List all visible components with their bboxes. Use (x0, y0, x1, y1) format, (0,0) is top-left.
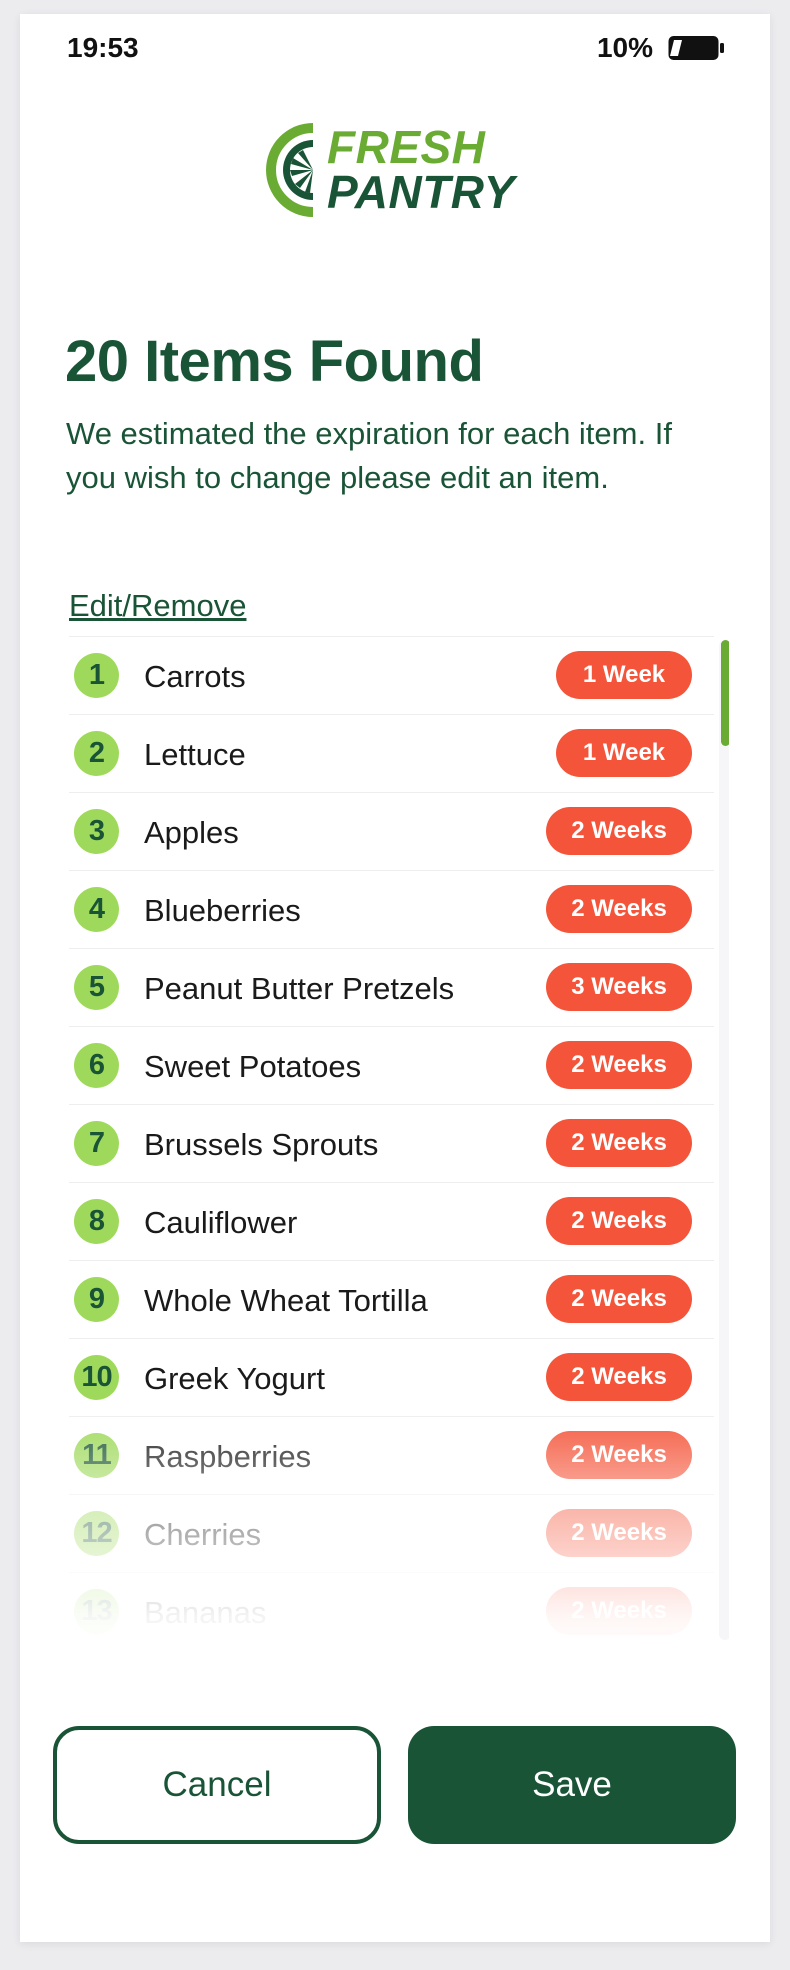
item-number-badge: 5 (74, 965, 119, 1010)
logo-wordmark: FRESH PANTRY (327, 121, 515, 218)
list-item[interactable]: 11 Raspberries 2 Weeks (69, 1416, 714, 1494)
item-name: Sweet Potatoes (144, 1049, 362, 1084)
scrollbar-track[interactable] (719, 640, 729, 1640)
expiry-badge: 2 Weeks (546, 1275, 692, 1323)
list-item[interactable]: 13 Bananas 2 Weeks (69, 1572, 714, 1650)
list-item[interactable]: 3 Apples 2 Weeks (69, 792, 714, 870)
item-number-badge: 6 (74, 1043, 119, 1088)
item-number-badge: 2 (74, 731, 119, 776)
list-item[interactable]: 6 Sweet Potatoes 2 Weeks (69, 1026, 714, 1104)
expiry-badge: 2 Weeks (546, 885, 692, 933)
expiry-badge: 2 Weeks (546, 1587, 692, 1635)
item-name: Apples (144, 815, 239, 850)
list-item[interactable]: 10 Greek Yogurt 2 Weeks (69, 1338, 714, 1416)
status-time: 19:53 (67, 32, 139, 63)
status-right: 10% (597, 32, 725, 64)
list-item[interactable]: 1 Carrots 1 Week (69, 636, 714, 714)
battery-icon (668, 36, 724, 60)
item-number-badge: 4 (74, 887, 119, 932)
expiry-badge: 1 Week (556, 729, 692, 777)
expiry-badge: 2 Weeks (546, 1509, 692, 1557)
logo-line-fresh: FRESH (327, 121, 486, 173)
item-number-badge: 13 (74, 1589, 119, 1634)
battery-percentage: 10% (596, 32, 653, 63)
item-name: Whole Wheat Tortilla (144, 1283, 428, 1318)
expiry-badge: 2 Weeks (546, 807, 692, 855)
items-list: 1 Carrots 1 Week 2 Lettuce 1 Week 3 Appl… (69, 636, 714, 1650)
item-number-badge: 10 (74, 1355, 119, 1400)
item-number-badge: 3 (74, 809, 119, 854)
cancel-button[interactable]: Cancel (53, 1726, 381, 1844)
status-bar: 19:53 10% (20, 14, 770, 84)
page-subtitle: We estimated the expiration for each ite… (66, 416, 672, 495)
expiry-badge: 2 Weeks (546, 1353, 692, 1401)
save-button[interactable]: Save (408, 1726, 736, 1844)
list-item[interactable]: 8 Cauliflower 2 Weeks (69, 1182, 714, 1260)
item-name: Bananas (144, 1595, 267, 1630)
expiry-badge: 2 Weeks (546, 1197, 692, 1245)
logo-line-pantry: PANTRY (327, 166, 515, 218)
list-item[interactable]: 12 Cherries 2 Weeks (69, 1494, 714, 1572)
list-item[interactable]: 2 Lettuce 1 Week (69, 714, 714, 792)
item-number-badge: 7 (74, 1121, 119, 1166)
item-name: Cherries (144, 1517, 262, 1552)
lime-slice-icon (266, 123, 314, 217)
item-name: Peanut Butter Pretzels (144, 971, 455, 1006)
expiry-badge: 3 Weeks (546, 963, 692, 1011)
item-name: Cauliflower (144, 1205, 298, 1240)
items-list-container[interactable]: 1 Carrots 1 Week 2 Lettuce 1 Week 3 Appl… (69, 636, 729, 1654)
item-name: Greek Yogurt (144, 1361, 325, 1396)
item-name: Raspberries (144, 1439, 312, 1474)
phone-screen: 19:53 10% FRESH PANTRY 20 Items Found We (20, 14, 770, 1942)
expiry-badge: 1 Week (556, 651, 692, 699)
list-item[interactable]: 7 Brussels Sprouts 2 Weeks (69, 1104, 714, 1182)
app-logo: FRESH PANTRY (265, 122, 515, 218)
item-number-badge: 9 (74, 1277, 119, 1322)
item-number-badge: 11 (74, 1433, 119, 1478)
item-name: Lettuce (144, 737, 246, 772)
expiry-badge: 2 Weeks (546, 1041, 692, 1089)
list-item[interactable]: 9 Whole Wheat Tortilla 2 Weeks (69, 1260, 714, 1338)
edit-remove-link[interactable]: Edit/Remove (69, 588, 246, 624)
item-number-badge: 8 (74, 1199, 119, 1244)
item-name: Carrots (144, 659, 246, 694)
list-item[interactable]: 4 Blueberries 2 Weeks (69, 870, 714, 948)
item-number-badge: 12 (74, 1511, 119, 1556)
item-name: Brussels Sprouts (144, 1127, 379, 1162)
item-number-badge: 1 (74, 653, 119, 698)
scrollbar-thumb[interactable] (721, 640, 729, 746)
expiry-badge: 2 Weeks (546, 1431, 692, 1479)
expiry-badge: 2 Weeks (546, 1119, 692, 1167)
page-title: 20 Items Found (65, 329, 484, 394)
list-item[interactable]: 5 Peanut Butter Pretzels 3 Weeks (69, 948, 714, 1026)
item-name: Blueberries (144, 893, 301, 928)
